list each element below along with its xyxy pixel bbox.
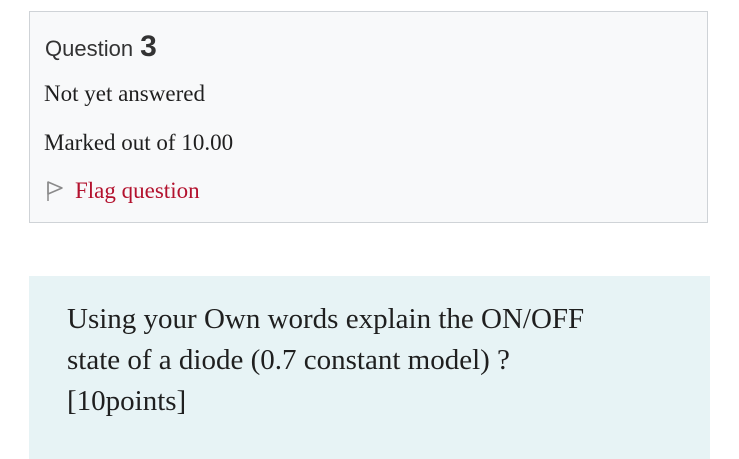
question-grade: Marked out of 10.00	[44, 130, 234, 155]
question-content-panel: Using your Own words explain the ON/OFF …	[29, 276, 710, 459]
flag-question-link[interactable]: Flag question	[45, 178, 200, 204]
question-heading: Question 3	[45, 30, 157, 64]
question-text-line: [10points]	[67, 385, 187, 417]
question-number: 3	[140, 30, 157, 63]
flag-question-label[interactable]: Flag question	[75, 178, 200, 204]
question-text: Using your Own words explain the ON/OFF …	[67, 299, 677, 422]
flag-outline-icon	[45, 180, 65, 202]
question-text-line: state of a diode (0.7 constant model) ?	[67, 344, 510, 376]
question-info-panel: Question 3 Not yet answered Marked out o…	[29, 11, 708, 223]
question-label: Question	[45, 36, 134, 61]
question-state: Not yet answered	[44, 81, 205, 106]
question-text-line: Using your Own words explain the ON/OFF	[67, 303, 585, 335]
